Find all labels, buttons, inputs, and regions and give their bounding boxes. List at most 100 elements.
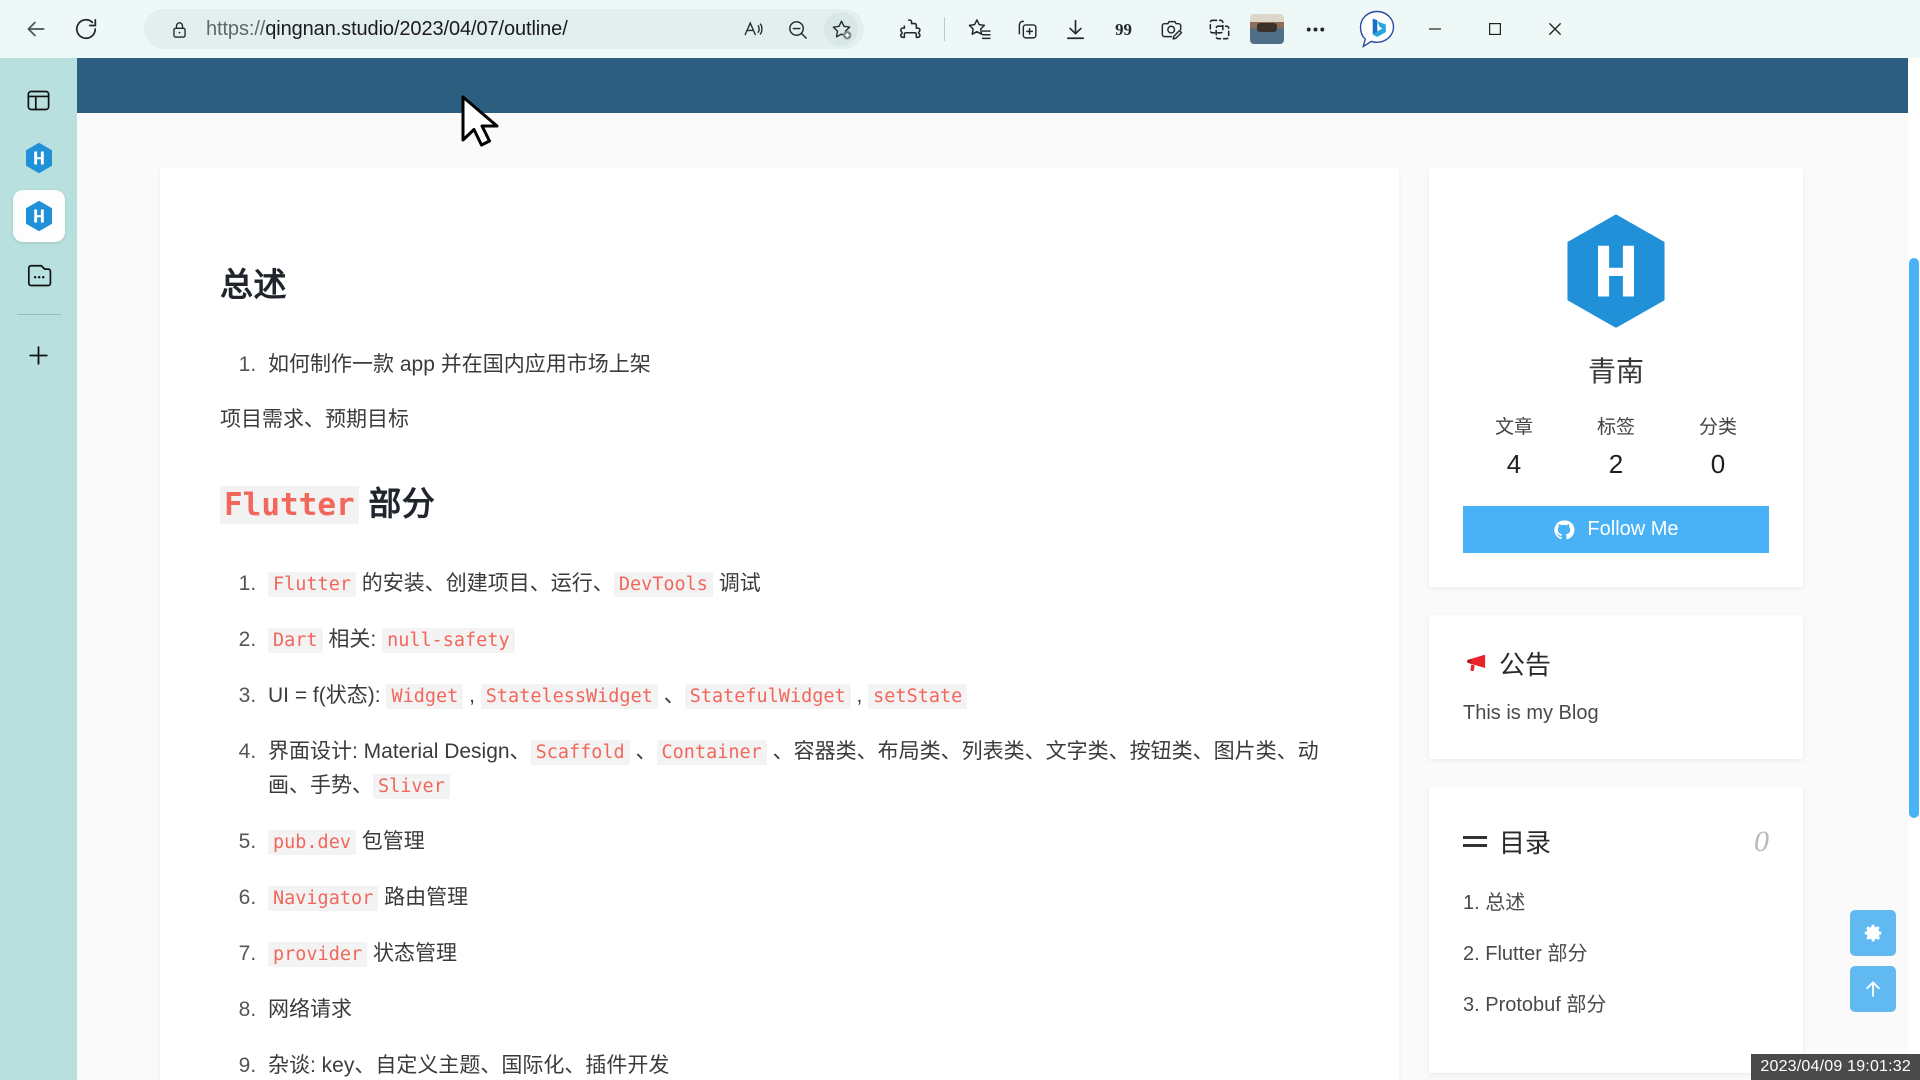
sidebar-item-browser-essentials[interactable] — [13, 74, 65, 126]
profile-stat-label: 分类 — [1698, 417, 1737, 438]
article-card: 总述 如何制作一款 app 并在国内应用市场上架 项目需求、预期目标 Flutt… — [160, 168, 1399, 1080]
toc-item[interactable]: 2. Flutter 部分 — [1463, 937, 1769, 966]
downloads-icon[interactable] — [1053, 9, 1097, 49]
refresh-button[interactable] — [64, 9, 108, 49]
more-options-icon[interactable] — [1293, 9, 1337, 49]
inline-code: Flutter — [268, 571, 356, 597]
sidebar-item-hexo-site-2[interactable] — [12, 190, 65, 242]
inline-code: pub.dev — [268, 829, 356, 855]
read-aloud-icon[interactable] — [736, 12, 770, 46]
site-header-banner — [77, 58, 1920, 113]
extensions-icon[interactable] — [888, 9, 932, 49]
toc-list: 1. 总述 2. Flutter 部分 3. Protobuf 部分 — [1463, 886, 1769, 1017]
profile-avatar-button[interactable] — [1245, 9, 1289, 49]
heading-text: 部分 — [358, 484, 436, 522]
sidebar-divider — [16, 314, 61, 315]
inline-code: Dart — [268, 627, 323, 653]
page-body: 总述 如何制作一款 app 并在国内应用市场上架 项目需求、预期目标 Flutt… — [77, 113, 1920, 1080]
main-column: 总述 如何制作一款 app 并在国内应用市场上架 项目需求、预期目标 Flutt… — [77, 113, 1399, 1080]
section-heading-overview: 总述 — [220, 266, 287, 303]
list-item-text: , — [850, 683, 869, 707]
list-item-text: UI = f(状态): — [268, 683, 387, 707]
profile-stat-label: 标签 — [1596, 417, 1635, 438]
profile-stats: 文章 4 标签 2 分类 0 — [1463, 412, 1769, 480]
profile-stat-value: 0 — [1710, 449, 1726, 479]
inline-code: null-safety — [382, 627, 515, 653]
page-scrollbar[interactable] — [1908, 58, 1920, 1080]
profile-stat[interactable]: 文章 4 — [1463, 412, 1565, 480]
profile-card: 青南 文章 4 标签 2 分类 0 Follow Me — [1429, 168, 1803, 587]
overview-paragraph: 项目需求、预期目标 — [220, 408, 409, 432]
list-item-text: 路由管理 — [378, 885, 469, 909]
url-scheme: https:// — [206, 17, 266, 40]
lock-icon — [162, 12, 196, 46]
inline-code: provider — [268, 941, 368, 967]
sidebar-item-hexo-site-1[interactable] — [13, 132, 65, 184]
heading-inline-code: Flutter — [220, 485, 359, 524]
mouse-cursor — [461, 95, 499, 147]
follow-me-label: Follow Me — [1587, 518, 1679, 540]
avatar — [1250, 14, 1284, 44]
megaphone-icon — [1467, 654, 1486, 671]
aside-column: 青南 文章 4 标签 2 分类 0 Follow Me 公告 This is m… — [1399, 113, 1859, 1080]
list-item: Navigator 路由管理 — [262, 881, 1339, 915]
list-item: 杂谈: key、自定义主题、国际化、插件开发 — [262, 1049, 1339, 1080]
list-item: provider 状态管理 — [262, 937, 1339, 971]
follow-me-button[interactable]: Follow Me — [1463, 506, 1769, 553]
profile-stat[interactable]: 分类 0 — [1667, 412, 1769, 480]
web-capture-icon[interactable] — [1149, 9, 1193, 49]
list-item-text: 、 — [629, 739, 657, 763]
address-bar-url: https://qingnan.studio/2023/04/07/outlin… — [206, 18, 726, 41]
zoom-out-icon[interactable] — [780, 12, 814, 46]
list-item-text: 包管理 — [355, 829, 425, 853]
notice-header: 公告 — [1463, 645, 1769, 682]
inline-code: StatelessWidget — [480, 683, 658, 709]
github-icon — [1554, 519, 1575, 539]
collections-icon[interactable] — [957, 9, 1001, 49]
scrollbar-thumb[interactable] — [1909, 258, 1919, 818]
close-button[interactable] — [1527, 7, 1583, 51]
gear-icon — [1864, 924, 1882, 942]
sidebar-item-add-site[interactable] — [13, 329, 65, 381]
minimize-button[interactable] — [1407, 7, 1463, 51]
split-screen-icon[interactable] — [1005, 9, 1049, 49]
list-item-text: 网络请求 — [268, 997, 352, 1021]
address-bar[interactable]: https://qingnan.studio/2023/04/07/outlin… — [144, 9, 864, 49]
list-item: 网络请求 — [262, 993, 1339, 1027]
bing-chat-icon[interactable] — [1351, 7, 1403, 51]
web-select-icon[interactable] — [1197, 9, 1241, 49]
settings-fab[interactable] — [1850, 910, 1896, 956]
list-item-text: 的安装、创建项目、运行、 — [355, 571, 614, 595]
list-item-text: 界面设计: Material Design、 — [268, 739, 531, 763]
toc-item[interactable]: 3. Protobuf 部分 — [1463, 988, 1769, 1017]
list-item-text: 调试 — [712, 571, 761, 595]
inline-code: Navigator — [268, 885, 379, 911]
profile-stat-value: 2 — [1608, 449, 1624, 479]
url-path: qingnan.studio/2023/04/07/outline/ — [265, 17, 568, 40]
notice-body: This is my Blog — [1463, 702, 1599, 724]
list-item: pub.dev 包管理 — [262, 825, 1339, 859]
profile-stat[interactable]: 标签 2 — [1565, 412, 1667, 480]
list-item-text: 、 — [657, 683, 685, 707]
section-heading-flutter: Flutter 部分 — [220, 477, 1339, 525]
inline-code: Scaffold — [530, 739, 630, 765]
back-button[interactable] — [14, 9, 58, 49]
hamburger-icon — [1463, 836, 1487, 847]
maximize-button[interactable] — [1467, 7, 1523, 51]
toc-progress: 0 — [1754, 824, 1769, 858]
list-item: 如何制作一款 app 并在国内应用市场上架 — [262, 348, 1339, 382]
inline-code: Widget — [386, 683, 464, 709]
inline-code: Container — [656, 739, 767, 765]
toolbar-actions: 99 — [888, 7, 1583, 51]
toc-item[interactable]: 1. 总述 — [1463, 886, 1769, 915]
toolbar-divider — [944, 17, 945, 41]
list-item-text: , — [463, 683, 481, 707]
inline-code: StatefulWidget — [684, 683, 851, 709]
list-item-text: 相关: — [322, 627, 383, 651]
add-favorite-icon[interactable] — [824, 12, 858, 46]
sidebar-item-tools[interactable] — [13, 248, 65, 300]
back-to-top-fab[interactable] — [1850, 966, 1896, 1012]
arrow-up-icon — [1866, 981, 1880, 997]
list-item: Dart 相关: null-safety — [262, 623, 1339, 657]
citations-icon[interactable]: 99 — [1101, 9, 1145, 49]
